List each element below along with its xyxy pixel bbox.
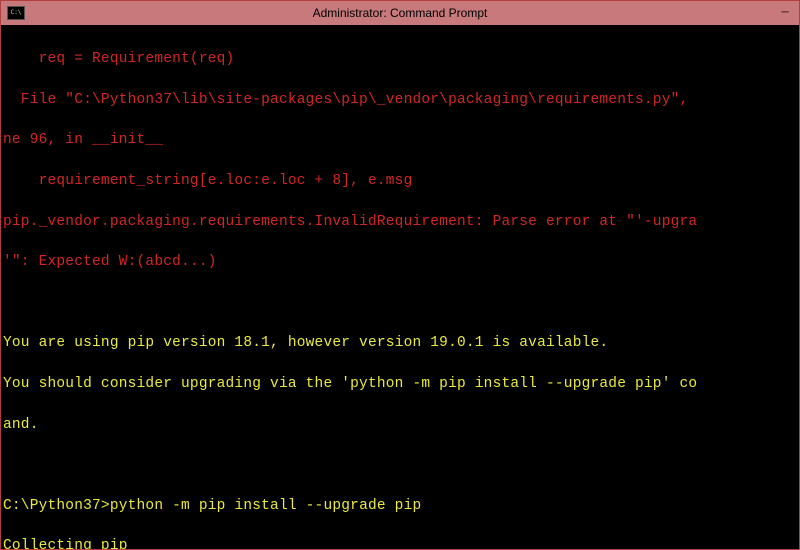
prompt-path: C:\Python37> xyxy=(3,498,110,514)
blank-line xyxy=(3,455,797,475)
minimize-button[interactable]: ─ xyxy=(771,1,799,25)
blank-line xyxy=(3,293,797,313)
window-controls: ─ xyxy=(771,1,799,25)
error-line: ne 96, in __init__ xyxy=(3,130,797,150)
error-line: '": Expected W:(abcd...) xyxy=(3,252,797,272)
prompt-line: C:\Python37>python -m pip install --upgr… xyxy=(3,496,797,516)
output-line: Collecting pip xyxy=(3,536,797,549)
warning-line: You are using pip version 18.1, however … xyxy=(3,333,797,353)
warning-line: You should consider upgrading via the 'p… xyxy=(3,374,797,394)
window-title: Administrator: Command Prompt xyxy=(1,5,799,22)
error-line: File "C:\Python37\lib\site-packages\pip\… xyxy=(3,90,797,110)
cmd-icon[interactable] xyxy=(7,6,25,20)
warning-line: and. xyxy=(3,415,797,435)
prompt-cmd: python -m pip install --upgrade pip xyxy=(110,498,422,514)
command-prompt-window: Administrator: Command Prompt ─ req = Re… xyxy=(0,0,800,550)
error-line: req = Requirement(req) xyxy=(3,49,797,69)
titlebar[interactable]: Administrator: Command Prompt ─ xyxy=(1,1,799,25)
error-line: pip._vendor.packaging.requirements.Inval… xyxy=(3,212,797,232)
terminal-output[interactable]: req = Requirement(req) File "C:\Python37… xyxy=(1,25,799,549)
error-line: requirement_string[e.loc:e.loc + 8], e.m… xyxy=(3,171,797,191)
